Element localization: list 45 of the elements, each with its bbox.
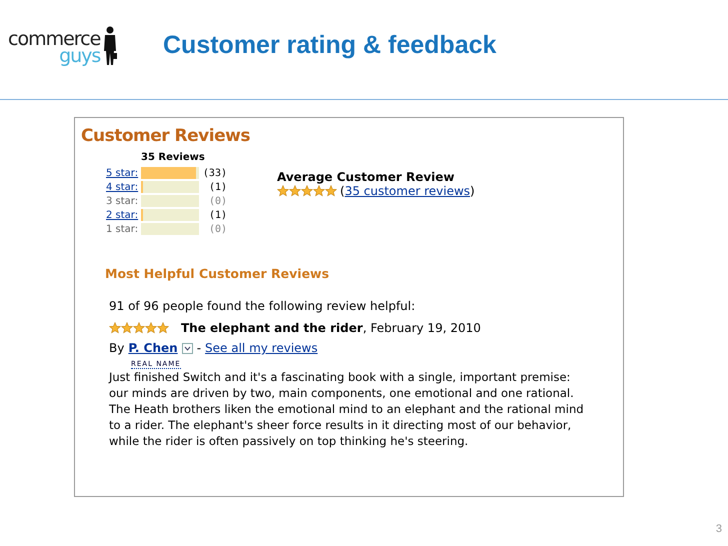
star-icon: [277, 185, 289, 197]
see-all-link[interactable]: See all my reviews: [205, 341, 318, 355]
rating-link[interactable]: 2 star:: [106, 210, 138, 220]
by-label: By: [109, 341, 124, 355]
dropdown-icon[interactable]: [182, 342, 193, 354]
rating-bar: [141, 167, 199, 179]
paren: (: [340, 184, 345, 198]
rating-link[interactable]: 5 star:: [106, 168, 138, 178]
rating-bar: [141, 209, 199, 221]
rating-bar: [141, 195, 199, 207]
star-icon: [121, 322, 133, 334]
helpful-count: 91 of 96 people found the following review helpful:: [109, 299, 416, 313]
section-heading: Customer Reviews: [81, 126, 251, 146]
logo-text: commerce: [8, 30, 100, 48]
rating-bar: [141, 223, 199, 235]
page-number: 3: [716, 523, 722, 535]
star-icon: [109, 322, 121, 334]
author-link[interactable]: P. Chen: [128, 341, 178, 355]
slide-title: Customer rating & feedback: [163, 31, 496, 60]
average-heading: Average Customer Review: [277, 170, 456, 184]
rating-label: 1 star:: [106, 224, 138, 234]
rating-count: (1): [208, 182, 227, 192]
rating-bar: [141, 181, 199, 193]
review-total: 35 Reviews: [141, 152, 206, 163]
star-icon: [145, 322, 157, 334]
paren: ): [470, 184, 475, 198]
section-heading: Most Helpful Customer Reviews: [105, 266, 330, 281]
separator: -: [196, 341, 202, 355]
star-icon: [313, 185, 325, 197]
review-title: The elephant and the rider, February 19, 2010: [181, 321, 481, 335]
star-icon: [325, 185, 337, 197]
star-icon: [289, 185, 301, 197]
rating-count: (1): [208, 210, 227, 220]
star-icon: [133, 322, 145, 334]
review-text: Just finished Switch and it's a fascinating book with a single, important premise: our minds are driven by two, main components, one emotional and one rational. The Heath brothers liken the emotional mind to an elephant and the rational mind to a rider. The elephant's sheer force results in it directing most of our behavior, while the rider is often passively on top thinking he's steering.: [109, 369, 585, 449]
reviews-link[interactable]: 35 customer reviews: [344, 184, 470, 198]
rating-count: (0): [208, 196, 227, 206]
rating-label: 3 star:: [106, 196, 138, 206]
rating-count: (0): [208, 224, 227, 234]
rating-count: (33): [202, 168, 227, 178]
rating-link[interactable]: 4 star:: [106, 182, 138, 192]
star-icon: [301, 185, 313, 197]
star-icon: [157, 322, 169, 334]
logo-text: guys: [59, 46, 100, 66]
businessman-icon: [103, 26, 118, 66]
